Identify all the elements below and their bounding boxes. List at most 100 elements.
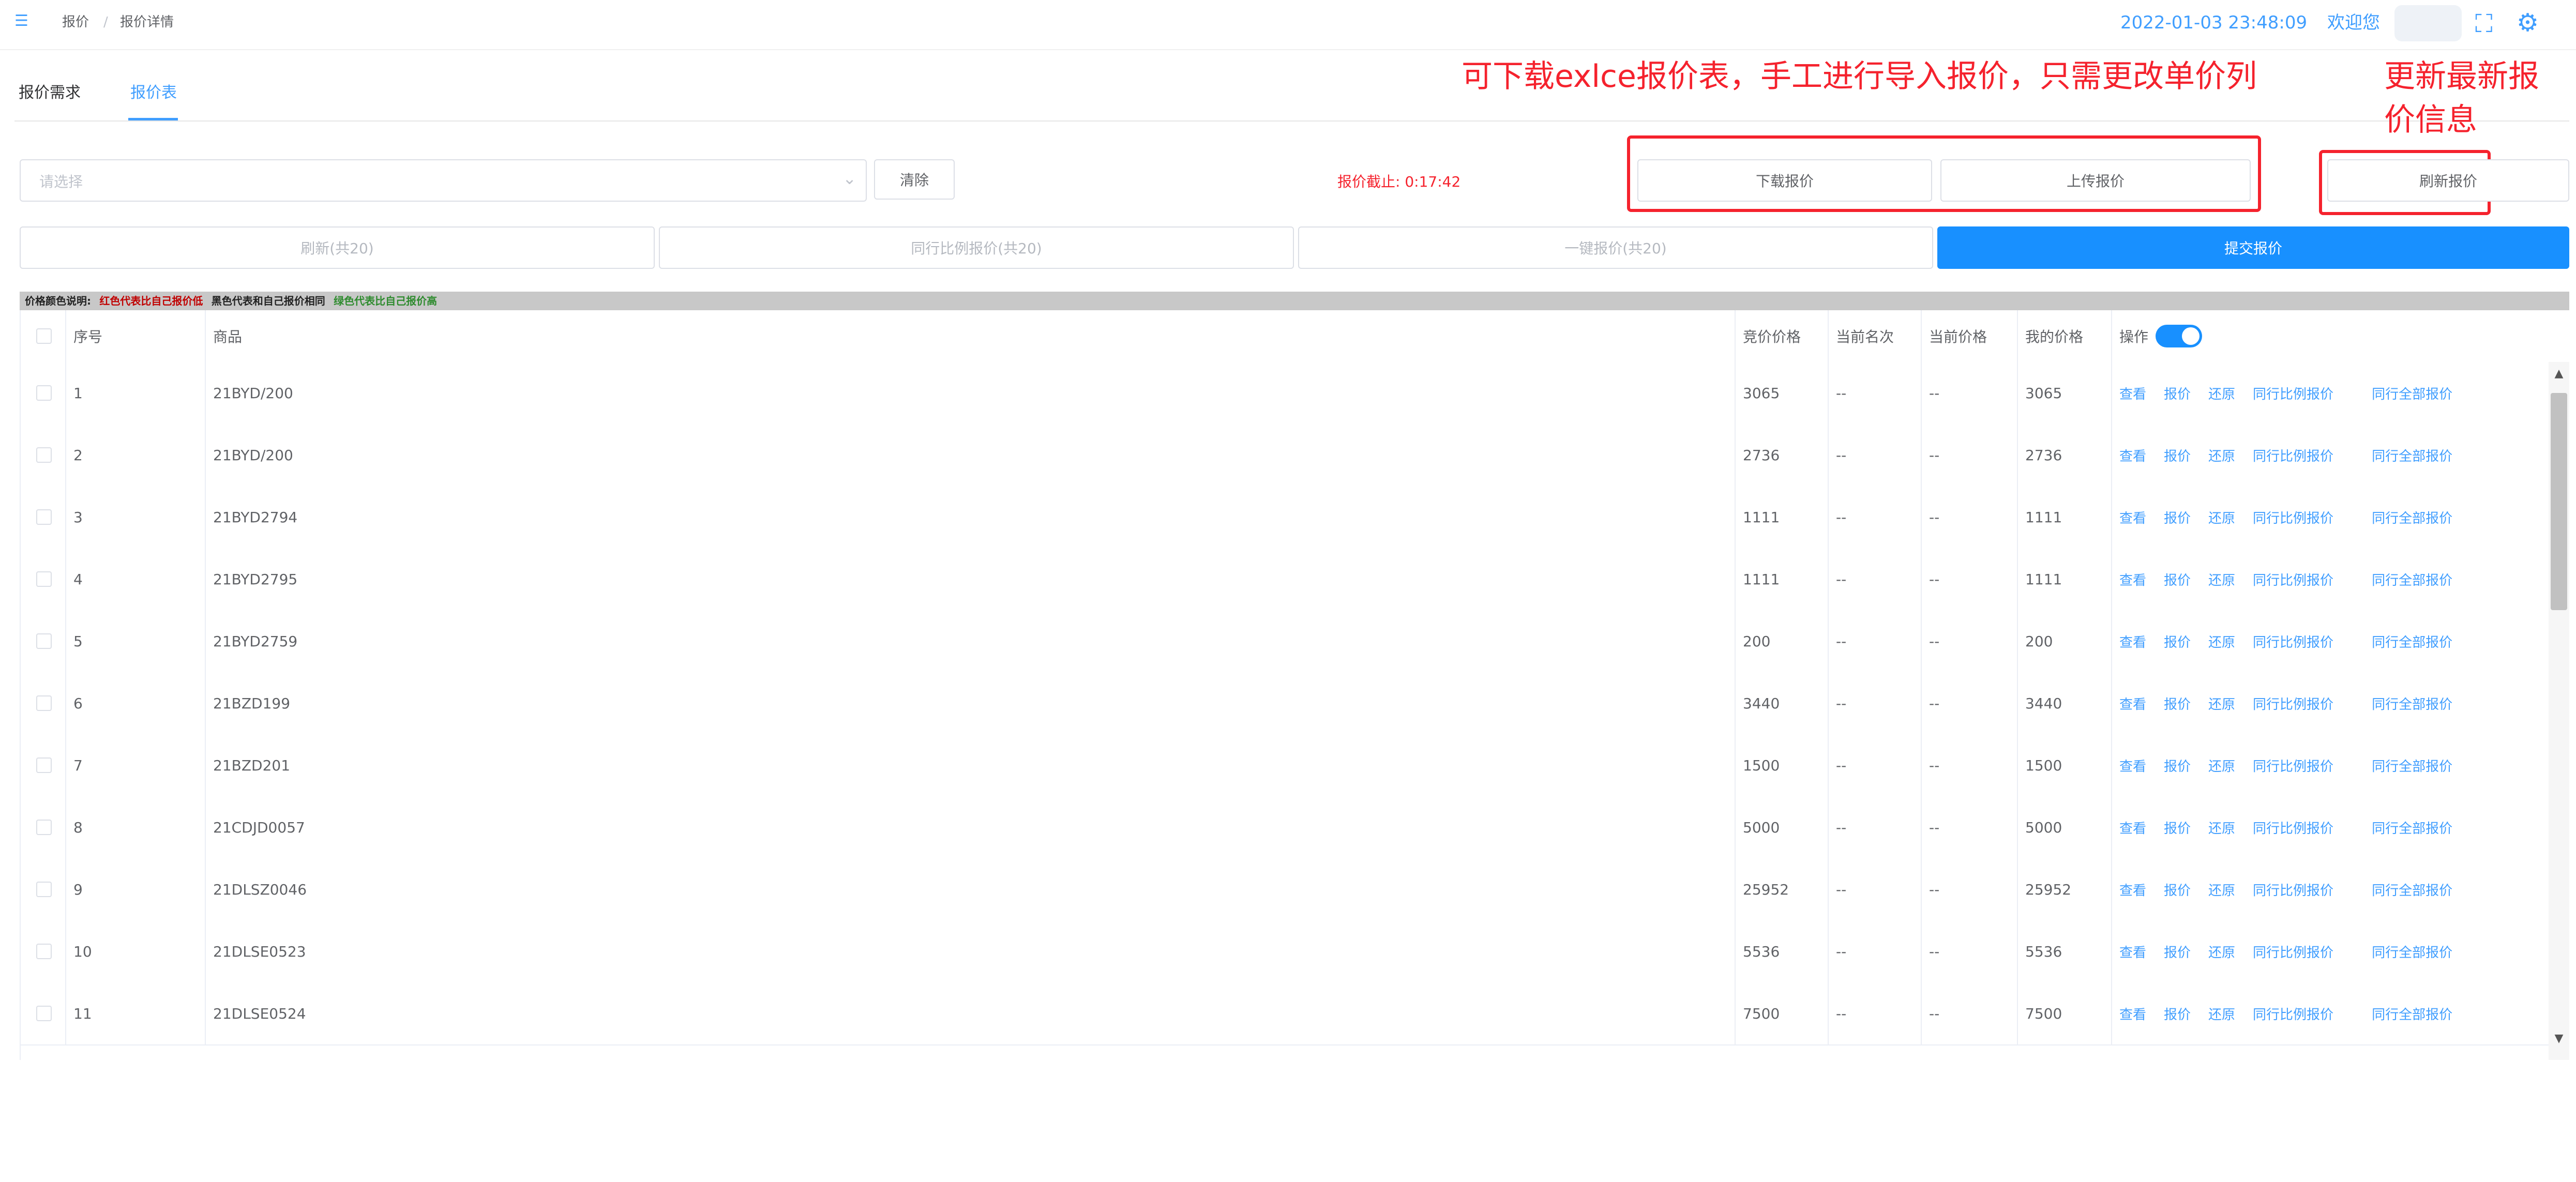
quote-action[interactable]: 报价 [2164,818,2191,837]
cell-current-price: -- [1922,362,2018,424]
cell-product: 21DLSE0524 [206,982,1736,1044]
match-all-action[interactable]: 同行全部报价 [2372,942,2452,961]
match-all-action[interactable]: 同行全部报价 [2372,570,2452,589]
match-ratio-action[interactable]: 同行比例报价 [2253,880,2333,899]
breadcrumb-item-quote[interactable]: 报价 [62,13,89,31]
row-checkbox[interactable] [36,695,52,711]
match-ratio-quote-button[interactable]: 同行比例报价(共20) [659,226,1294,269]
table-row: 7 21BZD201 1500 -- -- 1500 查看 报价 还原 同行比例报价 同行全部报价 [21,734,2550,797]
restore-action[interactable]: 还原 [2208,632,2235,651]
match-all-action[interactable]: 同行全部报价 [2372,1004,2452,1023]
cell-operations: 查看 报价 还原 同行比例报价 同行全部报价 [2112,672,2550,734]
restore-action[interactable]: 还原 [2208,818,2235,837]
restore-action[interactable]: 还原 [2208,756,2235,775]
cell-current-price: -- [1922,982,2018,1044]
restore-action[interactable]: 还原 [2208,942,2235,961]
restore-action[interactable]: 还原 [2208,446,2235,465]
match-ratio-action[interactable]: 同行比例报价 [2253,694,2333,713]
restore-action[interactable]: 还原 [2208,508,2235,527]
row-checkbox[interactable] [36,944,52,959]
breadcrumb-separator: / [103,14,108,30]
match-ratio-action[interactable]: 同行比例报价 [2253,508,2333,527]
download-quote-button[interactable]: 下载报价 [1637,159,1932,202]
row-checkbox[interactable] [36,571,52,587]
quote-action[interactable]: 报价 [2164,880,2191,899]
match-ratio-action[interactable]: 同行比例报价 [2253,1004,2333,1023]
quote-action[interactable]: 报价 [2164,1004,2191,1023]
match-all-action[interactable]: 同行全部报价 [2372,694,2452,713]
quote-action[interactable]: 报价 [2164,570,2191,589]
view-action[interactable]: 查看 [2119,818,2146,837]
operation-toggle[interactable] [2156,325,2203,347]
header-my-price: 我的价格 [2018,310,2112,362]
match-all-action[interactable]: 同行全部报价 [2372,756,2452,775]
avatar[interactable] [2394,5,2462,41]
view-action[interactable]: 查看 [2119,446,2146,465]
tab-quote-demand[interactable]: 报价需求 [19,83,81,103]
row-checkbox[interactable] [36,757,52,773]
view-action[interactable]: 查看 [2119,880,2146,899]
legend-black: 黑色代表和自己报价相同 [211,295,325,307]
view-action[interactable]: 查看 [2119,756,2146,775]
match-all-action[interactable]: 同行全部报价 [2372,880,2452,899]
match-all-action[interactable]: 同行全部报价 [2372,384,2452,403]
one-key-quote-button[interactable]: 一键报价(共20) [1298,226,1933,269]
menu-fold-icon[interactable]: ☰ [14,13,30,29]
scrollbar-thumb[interactable] [2551,393,2567,610]
product-select[interactable]: 请选择 ⌄ [20,159,867,202]
view-action[interactable]: 查看 [2119,942,2146,961]
select-all-checkbox[interactable] [36,328,52,344]
match-all-action[interactable]: 同行全部报价 [2372,508,2452,527]
scroll-up-icon[interactable]: ▲ [2552,367,2566,380]
cell-product: 21BYD2794 [206,486,1736,548]
row-checkbox[interactable] [36,633,52,649]
table-row: 11 21DLSE0524 7500 -- -- 7500 查看 报价 还原 同行比例报价 同行全部… [21,982,2550,1045]
row-checkbox[interactable] [36,882,52,897]
row-checkbox[interactable] [36,509,52,525]
gear-icon[interactable]: ⚙ [2517,8,2539,37]
refresh-all-button[interactable]: 刷新(共20) [20,226,655,269]
row-checkbox[interactable] [36,385,52,401]
match-ratio-action[interactable]: 同行比例报价 [2253,756,2333,775]
view-action[interactable]: 查看 [2119,694,2146,713]
quote-action[interactable]: 报价 [2164,508,2191,527]
match-ratio-action[interactable]: 同行比例报价 [2253,570,2333,589]
view-action[interactable]: 查看 [2119,1004,2146,1023]
submit-quote-button[interactable]: 提交报价 [1937,226,2569,269]
cell-operations: 查看 报价 还原 同行比例报价 同行全部报价 [2112,920,2550,982]
view-action[interactable]: 查看 [2119,570,2146,589]
view-action[interactable]: 查看 [2119,632,2146,651]
row-checkbox[interactable] [36,1006,52,1021]
match-all-action[interactable]: 同行全部报价 [2372,446,2452,465]
match-ratio-action[interactable]: 同行比例报价 [2253,632,2333,651]
scroll-down-icon[interactable]: ▼ [2552,1032,2566,1045]
restore-action[interactable]: 还原 [2208,384,2235,403]
quote-action[interactable]: 报价 [2164,756,2191,775]
clear-button[interactable]: 清除 [874,159,955,200]
cell-my-price: 5536 [2018,920,2112,982]
match-ratio-action[interactable]: 同行比例报价 [2253,818,2333,837]
tab-quote-table[interactable]: 报价表 [130,83,177,103]
match-ratio-action[interactable]: 同行比例报价 [2253,384,2333,403]
upload-quote-button[interactable]: 上传报价 [1940,159,2251,202]
quote-action[interactable]: 报价 [2164,384,2191,403]
restore-action[interactable]: 还原 [2208,570,2235,589]
view-action[interactable]: 查看 [2119,508,2146,527]
refresh-quote-button[interactable]: 刷新报价 [2327,159,2569,202]
match-ratio-action[interactable]: 同行比例报价 [2253,942,2333,961]
fullscreen-icon[interactable]: ⛶ [2475,9,2493,38]
restore-action[interactable]: 还原 [2208,694,2235,713]
match-all-action[interactable]: 同行全部报价 [2372,632,2452,651]
view-action[interactable]: 查看 [2119,384,2146,403]
quote-action[interactable]: 报价 [2164,942,2191,961]
match-ratio-action[interactable]: 同行比例报价 [2253,446,2333,465]
quote-action[interactable]: 报价 [2164,632,2191,651]
quote-action[interactable]: 报价 [2164,694,2191,713]
match-all-action[interactable]: 同行全部报价 [2372,818,2452,837]
quote-action[interactable]: 报价 [2164,446,2191,465]
row-checkbox[interactable] [36,447,52,463]
restore-action[interactable]: 还原 [2208,880,2235,899]
cell-index: 10 [66,920,206,982]
restore-action[interactable]: 还原 [2208,1004,2235,1023]
row-checkbox[interactable] [36,820,52,835]
